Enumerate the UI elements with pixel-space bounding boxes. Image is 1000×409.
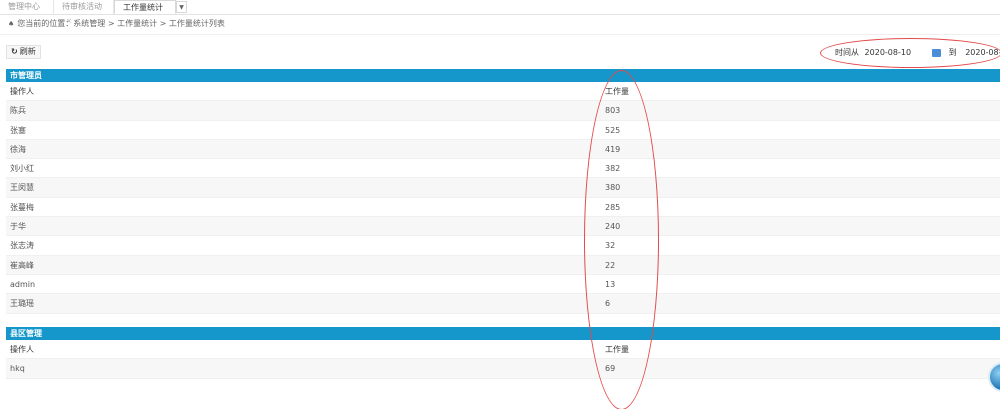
table-row: 王璐瑶 6 <box>6 294 1000 314</box>
tab-label: 工作量统计 <box>123 3 163 12</box>
tab-workload-stats[interactable]: 工作量统计× <box>114 0 176 26</box>
column-header-operator: 操作人 <box>10 87 34 96</box>
cell-operator: admin <box>10 279 36 289</box>
breadcrumb-text: 您当前的位置：系统管理 > 工作量统计 > 工作量统计列表 <box>17 19 225 28</box>
cell-operator: 陈兵 <box>10 106 26 116</box>
table-row: 张塞 525 <box>6 121 1000 140</box>
table-row: admin 13 <box>6 275 1000 295</box>
annotation-oval-date <box>820 38 1000 68</box>
home-icon: ♠ <box>8 20 15 28</box>
table-row: 陈兵 803 <box>6 101 1000 121</box>
table-row: 崔高峰 22 <box>6 255 1000 275</box>
cell-operator: 王璐瑶 <box>10 299 34 309</box>
table-city-admin: 市管理员 操作人 工作量 陈兵 803 张塞 525 徐海 419 刘小红 382 王闵… <box>6 69 1000 314</box>
annotation-oval-workload <box>584 70 659 409</box>
tab-admin-center[interactable]: 管理中心 <box>0 0 54 14</box>
refresh-icon: ↻ <box>11 47 18 56</box>
tab-label: 待审核活动 <box>62 2 102 11</box>
refresh-label: 刷新 <box>19 47 36 56</box>
cell-operator: 刘小红 <box>10 164 34 174</box>
tab-strip: 管理中心 待审核活动× 工作量统计× ▼ <box>0 0 1000 26</box>
table-row: 刘小红 382 <box>6 159 1000 179</box>
breadcrumb: ♠ 您当前的位置：系统管理 > 工作量统计 > 工作量统计列表 <box>8 18 225 30</box>
table-header-row: 操作人 工作量 <box>6 82 1000 102</box>
cell-operator: 崔高峰 <box>10 260 34 270</box>
table-row: 王闵慧 380 <box>6 178 1000 198</box>
tab-label: 管理中心 <box>8 2 40 11</box>
table-header-row: 操作人 工作量 <box>6 340 1000 360</box>
column-header-operator: 操作人 <box>10 345 34 354</box>
table-row: 于华 240 <box>6 217 1000 237</box>
cell-operator: 张蔓梅 <box>10 202 34 212</box>
cell-operator: 于华 <box>10 222 26 232</box>
table-row: hkq 69 <box>6 359 1000 379</box>
cell-operator: 王闵慧 <box>10 183 34 193</box>
chevron-down-icon[interactable]: ▼ <box>176 1 187 13</box>
cell-operator: hkq <box>10 364 25 374</box>
table-row: 徐海 419 <box>6 139 1000 160</box>
divider <box>0 34 1000 35</box>
cell-operator: 徐海 <box>10 144 26 154</box>
cell-operator: 张塞 <box>10 125 26 135</box>
table-row: 张蔓梅 285 <box>6 198 1000 218</box>
section-title: 县区管理 <box>6 327 1000 340</box>
tab-pending-activities[interactable]: 待审核活动× <box>54 0 114 25</box>
refresh-button[interactable]: ↻ 刷新 <box>6 45 41 59</box>
cell-operator: 张志涛 <box>10 241 34 251</box>
section-title: 市管理员 <box>6 69 1000 82</box>
table-row: 张志涛 32 <box>6 236 1000 256</box>
table-county-admin: 县区管理 操作人 工作量 hkq 69 <box>6 327 1000 379</box>
